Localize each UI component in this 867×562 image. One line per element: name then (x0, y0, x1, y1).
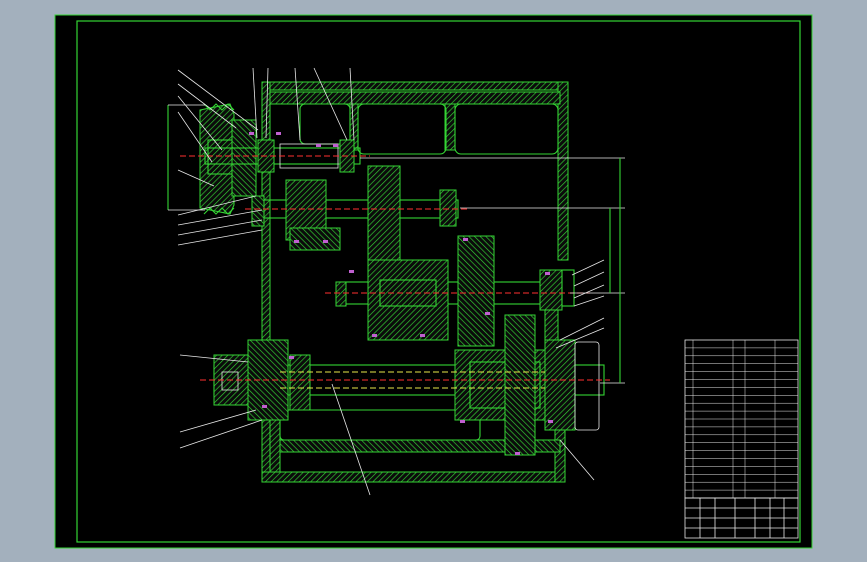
parts-list-table (684, 339, 799, 499)
cad-drawing (54, 14, 813, 549)
